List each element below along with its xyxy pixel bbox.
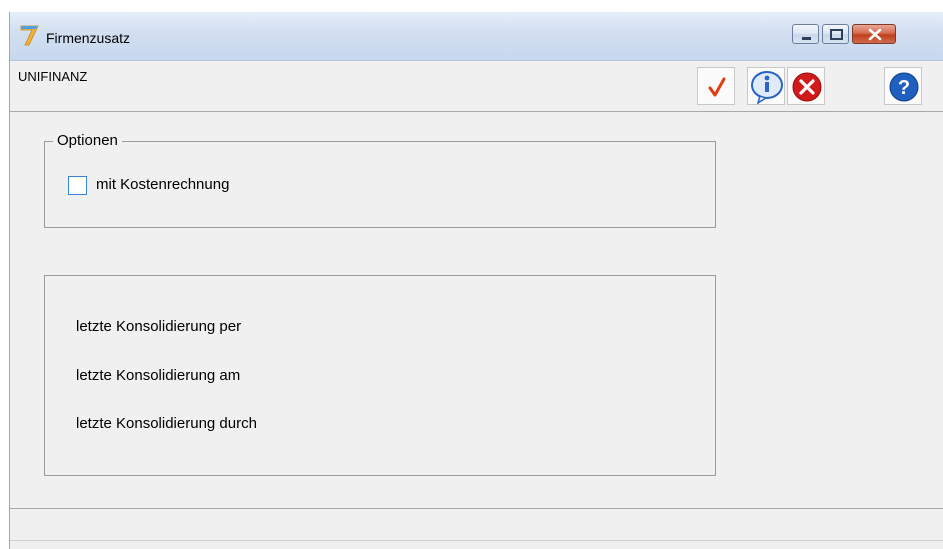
maximize-icon — [830, 29, 843, 40]
consolidation-durch-label: letzte Konsolidierung durch — [76, 415, 257, 432]
help-icon: ? — [889, 72, 919, 102]
options-legend: Optionen — [53, 132, 122, 149]
title-bar[interactable]: Firmenzusatz — [10, 12, 943, 61]
cancel-icon — [792, 72, 822, 102]
consolidation-am-label: letzte Konsolidierung am — [76, 367, 241, 384]
kostenrechnung-checkbox[interactable] — [68, 176, 87, 195]
window-title: Firmenzusatz — [46, 30, 131, 46]
close-icon — [868, 28, 882, 41]
options-groupbox: Optionen mit Kostenrechnung — [44, 132, 716, 228]
confirm-button[interactable] — [697, 67, 735, 105]
consolidation-per-label: letzte Konsolidierung per — [76, 318, 242, 335]
maximize-button[interactable] — [822, 24, 849, 44]
help-button[interactable]: ? — [884, 67, 922, 105]
status-bar — [10, 508, 943, 541]
minimize-button[interactable] — [792, 24, 819, 44]
form-content: Optionen mit Kostenrechnung letzte Konso… — [10, 112, 943, 502]
cancel-button[interactable] — [787, 67, 825, 105]
window: Firmenzusatz UNIFINANZ ? Optionen mit Ko… — [9, 12, 943, 549]
kostenrechnung-label[interactable]: mit Kostenrechnung — [96, 176, 229, 193]
seven-logo-icon — [20, 24, 40, 46]
consolidation-groupbox: letzte Konsolidierung per letzte Konsoli… — [44, 275, 716, 476]
company-name: UNIFINANZ — [18, 69, 88, 84]
svg-text:?: ? — [898, 77, 910, 99]
info-button[interactable] — [747, 67, 785, 105]
close-button[interactable] — [852, 24, 896, 44]
toolbar: UNIFINANZ ? — [10, 61, 943, 112]
checkmark-icon — [708, 77, 726, 97]
info-icon — [751, 71, 783, 105]
minimize-icon — [802, 37, 811, 40]
